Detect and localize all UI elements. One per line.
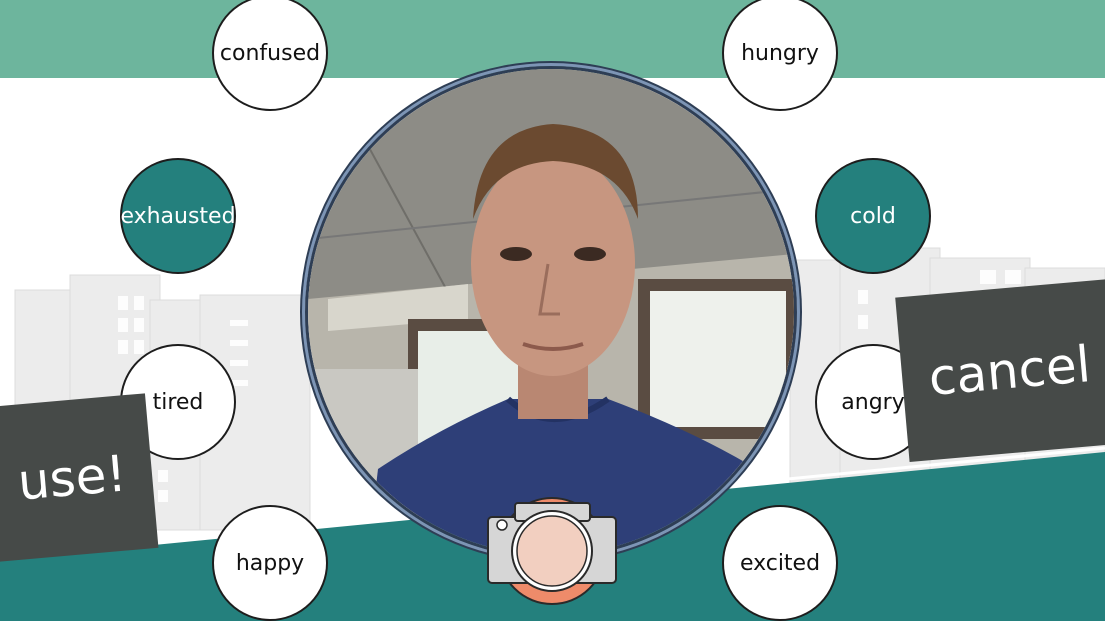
mood-excited[interactable]: excited <box>722 505 838 621</box>
mood-exhausted[interactable]: exhausted <box>120 158 236 274</box>
cancel-button[interactable]: cancel <box>895 278 1105 463</box>
mood-hungry-label: hungry <box>741 40 819 66</box>
use-button-label: use! <box>15 443 129 512</box>
mood-confused-label: confused <box>219 40 321 66</box>
mood-cold[interactable]: cold <box>815 158 931 274</box>
mood-happy-label: happy <box>235 550 305 576</box>
mood-tired-label: tired <box>152 389 204 415</box>
camera-icon <box>487 497 617 605</box>
use-button[interactable]: use! <box>0 393 159 562</box>
camera-preview <box>305 66 797 558</box>
capture-button[interactable] <box>487 494 619 610</box>
mood-hungry[interactable]: hungry <box>722 0 838 111</box>
mood-happy[interactable]: happy <box>212 505 328 621</box>
mood-excited-label: excited <box>739 550 821 576</box>
mood-confused[interactable]: confused <box>212 0 328 111</box>
mood-exhausted-label: exhausted <box>120 203 236 229</box>
mood-cold-label: cold <box>850 203 896 229</box>
cancel-button-label: cancel <box>926 334 1093 407</box>
mood-angry-label: angry <box>841 389 905 415</box>
